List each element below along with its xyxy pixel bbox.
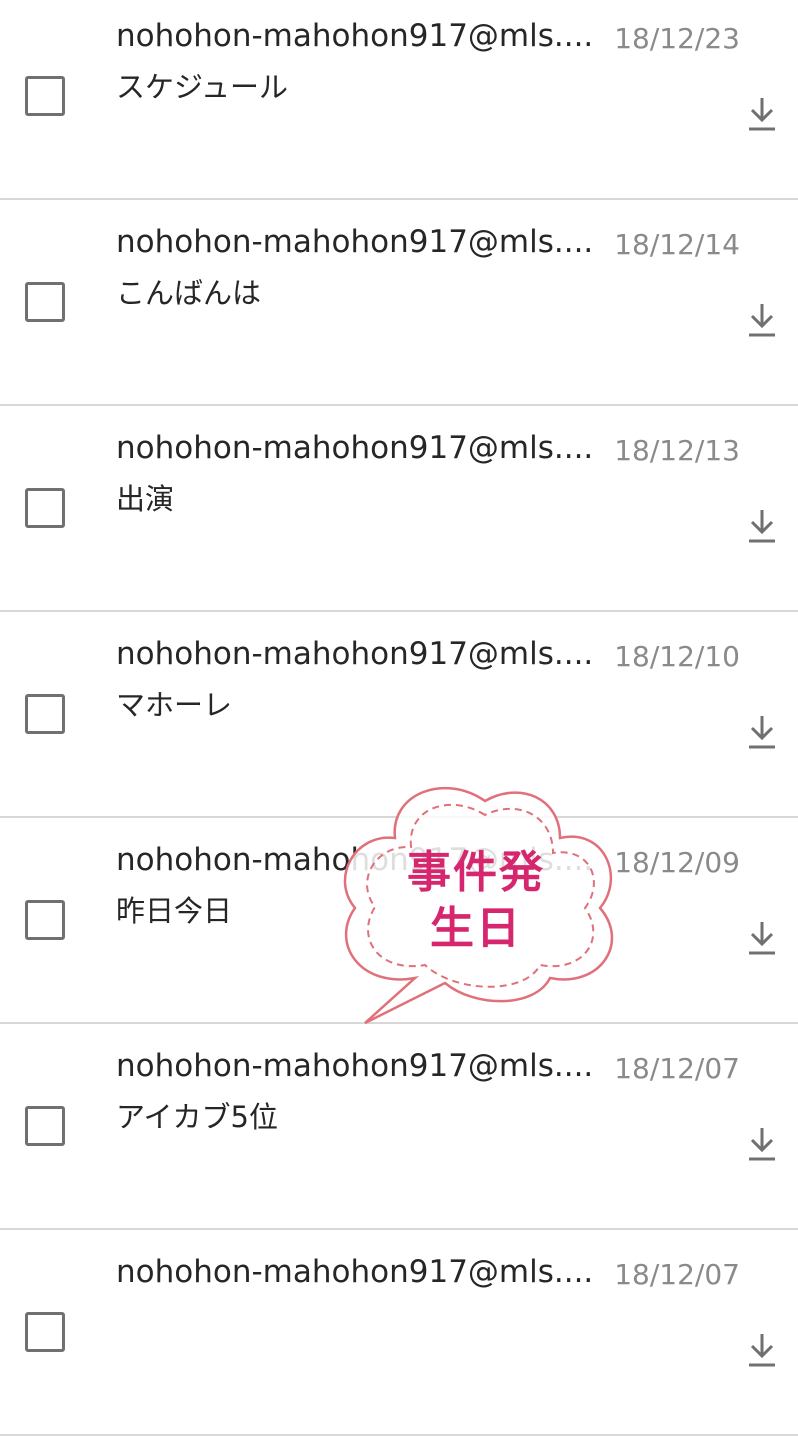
checkbox-icon[interactable]	[25, 1312, 65, 1352]
message-sender: nohohon-mahohon917@mls....	[116, 224, 594, 260]
annotation-bubble: 事件発 生日	[335, 783, 620, 1028]
message-date: 18/12/13	[614, 434, 740, 467]
message-date: 18/12/09	[614, 846, 740, 879]
message-row[interactable]: nohohon-mahohon917@mls.... 出演 18/12/13	[0, 406, 798, 612]
download-icon[interactable]	[746, 714, 778, 750]
message-date: 18/12/23	[614, 22, 740, 55]
message-sender: nohohon-mahohon917@mls....	[116, 18, 594, 54]
download-icon[interactable]	[746, 96, 778, 132]
message-subject: スケジュール	[116, 70, 288, 104]
message-sender: nohohon-mahohon917@mls....	[116, 430, 594, 466]
message-row[interactable]: nohohon-mahohon917@mls.... スケジュール 18/12/…	[0, 0, 798, 200]
message-date: 18/12/10	[614, 640, 740, 673]
checkbox-icon[interactable]	[25, 1106, 65, 1146]
message-sender: nohohon-mahohon917@mls....	[116, 1254, 594, 1290]
download-icon[interactable]	[746, 508, 778, 544]
message-row[interactable]: nohohon-mahohon917@mls.... こんばんは 18/12/1…	[0, 200, 798, 406]
message-date: 18/12/07	[614, 1052, 740, 1085]
message-row[interactable]: nohohon-mahohon917@mls.... アイカブ5位 18/12/…	[0, 1024, 798, 1230]
message-sender: nohohon-mahohon917@mls....	[116, 1048, 594, 1084]
message-subject: マホーレ	[116, 688, 233, 722]
download-icon[interactable]	[746, 1332, 778, 1368]
download-icon[interactable]	[746, 302, 778, 338]
download-icon[interactable]	[746, 920, 778, 956]
checkbox-icon[interactable]	[25, 488, 65, 528]
annotation-line-1: 事件発	[407, 847, 545, 898]
checkbox-icon[interactable]	[25, 900, 65, 940]
download-icon[interactable]	[746, 1126, 778, 1162]
checkbox-icon[interactable]	[25, 694, 65, 734]
message-date: 18/12/07	[614, 1258, 740, 1291]
checkbox-icon[interactable]	[25, 282, 65, 322]
message-row[interactable]: nohohon-mahohon917@mls.... 18/12/07	[0, 1230, 798, 1436]
message-date: 18/12/14	[614, 228, 740, 261]
message-subject: アイカブ5位	[116, 1100, 279, 1134]
annotation-text: 事件発 生日	[335, 845, 611, 957]
message-list: nohohon-mahohon917@mls.... スケジュール 18/12/…	[0, 0, 798, 1436]
message-subject: 出演	[116, 482, 175, 516]
message-subject: 昨日今日	[116, 894, 233, 928]
message-subject: こんばんは	[116, 276, 262, 310]
message-sender: nohohon-mahohon917@mls....	[116, 636, 594, 672]
checkbox-icon[interactable]	[25, 76, 65, 116]
annotation-line-2: 生日	[430, 903, 522, 954]
